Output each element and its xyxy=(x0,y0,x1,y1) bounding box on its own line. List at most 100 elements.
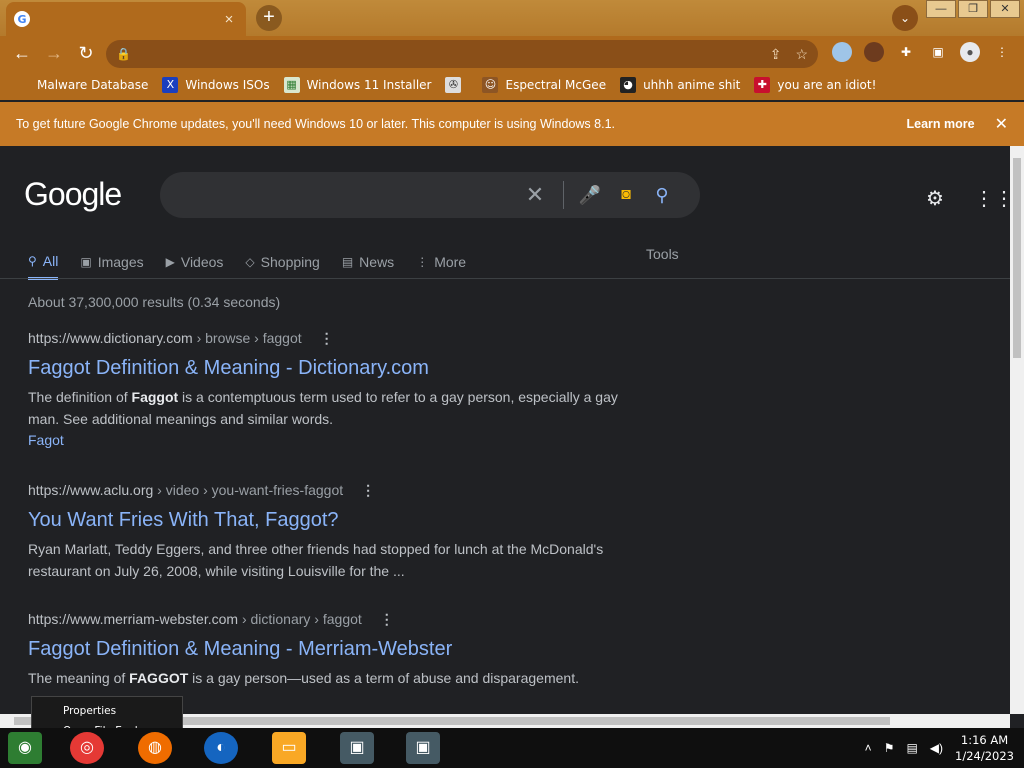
avatar-icon: ☺ xyxy=(482,77,499,93)
result-sublink[interactable]: Fagot xyxy=(28,432,628,448)
star-icon[interactable]: ☆ xyxy=(795,46,808,63)
bookmark-you-are-an-idiot[interactable]: ✚ you are an idiot! xyxy=(754,77,876,93)
side-panel-icon[interactable]: ▣ xyxy=(928,42,948,62)
reload-button[interactable]: ↻ xyxy=(70,43,102,64)
profile-flag-icon[interactable] xyxy=(832,42,852,62)
menu-item-properties[interactable]: Properties xyxy=(32,701,182,721)
info-bar-message: To get future Google Chrome updates, you… xyxy=(16,117,615,131)
search-tabs: ⚲ All ▣ Images ▶ Videos ◇ Shopping ▤ New… xyxy=(28,244,1008,280)
bookmark-windows-11-installer[interactable]: ▦ Windows 11 Installer xyxy=(283,77,431,93)
profile-avatar-icon[interactable]: ● xyxy=(960,42,980,62)
file-explorer-taskbar-icon[interactable]: ▭ xyxy=(272,732,306,764)
bookmark-malware-database[interactable]: Malware Database xyxy=(14,77,148,93)
play-icon: ▶ xyxy=(165,255,175,269)
clock[interactable]: 1:16 AM 1/24/2023 xyxy=(955,732,1014,764)
bookmark-4[interactable]: ✇ xyxy=(445,77,468,93)
tools-button[interactable]: Tools xyxy=(646,246,679,262)
apps-grid-icon[interactable]: ⋮⋮ xyxy=(974,186,1010,211)
search-result: https://www.dictionary.com › browse › fa… xyxy=(28,330,628,448)
result-menu-icon[interactable]: ⋮ xyxy=(361,482,375,498)
tab-news[interactable]: ▤ News xyxy=(342,244,394,280)
microphone-icon[interactable]: 🎤 xyxy=(572,185,608,206)
taskbar: ◉ ◎ ◍ ◐ ▭ ▣ ▣ ˄ ⚑ ▤ ◀) 1:16 AM 1/24/2023 xyxy=(0,728,1024,768)
result-title[interactable]: You Want Fries With That, Faggot? xyxy=(28,509,628,532)
extensions-puzzle-icon[interactable]: ✚ xyxy=(896,42,916,62)
result-url[interactable]: https://www.dictionary.com › browse › fa… xyxy=(28,330,628,347)
bookmark-label: Espectral McGee xyxy=(505,78,607,92)
snippet-text: Ryan Marlatt, Teddy Eggers, and three ot… xyxy=(28,541,604,579)
firefox-taskbar-icon[interactable]: ◍ xyxy=(138,732,172,764)
address-bar[interactable]: 🔒 ⇪ ☆ xyxy=(106,40,818,68)
vertical-scrollbar[interactable] xyxy=(1010,146,1024,714)
settings-gear-icon[interactable]: ⚙ xyxy=(926,186,944,211)
active-tab[interactable]: G × xyxy=(6,2,246,36)
network-icon[interactable]: ▤ xyxy=(906,741,917,755)
volume-icon[interactable]: ◀) xyxy=(930,741,943,755)
info-bar-close-button[interactable]: ✕ xyxy=(995,114,1008,134)
network-app-icon[interactable]: ▣ xyxy=(340,732,374,764)
bookmark-icon xyxy=(14,77,30,93)
tab-label: More xyxy=(434,254,467,270)
flag-icon: ✚ xyxy=(754,77,771,93)
result-url[interactable]: https://www.aclu.org › video › you-want-… xyxy=(28,482,628,499)
tab-more[interactable]: ⋮ More xyxy=(416,244,466,280)
tab-images[interactable]: ▣ Images xyxy=(80,244,143,280)
clear-icon[interactable]: ✕ xyxy=(515,182,555,208)
tab-shopping[interactable]: ◇ Shopping xyxy=(245,244,319,280)
new-tab-button[interactable]: + xyxy=(256,5,282,31)
search-results-page: Google ✕ 🎤 ◙ ⚲ ⚙ ⋮⋮ ⚲ All ▣ Images ▶ Vid… xyxy=(0,146,1010,714)
result-title[interactable]: Faggot Definition & Meaning - Dictionary… xyxy=(28,357,628,380)
result-host: https://www.aclu.org xyxy=(28,482,154,498)
chrome-menu-icon[interactable]: ⋮ xyxy=(992,42,1012,62)
search-box[interactable]: ✕ 🎤 ◙ ⚲ xyxy=(160,172,700,218)
tray-expand-icon[interactable]: ˄ xyxy=(865,741,872,755)
share-icon[interactable]: ⇪ xyxy=(770,46,782,63)
network-app-icon[interactable]: ▣ xyxy=(406,732,440,764)
action-center-flag-icon[interactable]: ⚑ xyxy=(884,741,895,755)
maximize-button[interactable]: ❐ xyxy=(958,0,988,18)
search-icon[interactable]: ⚲ xyxy=(644,185,680,206)
forward-button[interactable]: → xyxy=(38,43,70,64)
result-menu-icon[interactable]: ⋮ xyxy=(380,611,394,627)
bookmark-espectral-mcgee[interactable]: ☺ Espectral McGee xyxy=(482,77,606,93)
bookmark-windows-isos[interactable]: X Windows ISOs xyxy=(162,77,270,93)
tab-label: Videos xyxy=(180,254,224,270)
camera-lens-icon[interactable]: ◙ xyxy=(608,186,644,204)
tab-videos[interactable]: ▶ Videos xyxy=(166,244,224,280)
snippet-bold: FAGGOT xyxy=(129,670,189,686)
snippet-bold: Faggot xyxy=(131,389,179,405)
result-menu-icon[interactable]: ⋮ xyxy=(320,330,334,346)
snippet-text: The definition of xyxy=(28,389,132,405)
back-button[interactable]: ← xyxy=(6,43,38,64)
clock-time: 1:16 AM xyxy=(960,733,1009,747)
chrome-taskbar-icon[interactable]: ◎ xyxy=(70,732,104,764)
bookmark-anime[interactable]: ◕ uhhh anime shit xyxy=(620,77,740,93)
lock-icon[interactable]: 🔒 xyxy=(116,47,131,61)
kebab-icon: ⋮ xyxy=(416,255,429,269)
learn-more-link[interactable]: Learn more xyxy=(907,117,975,131)
image-icon: ▦ xyxy=(283,77,300,93)
start-button-icon[interactable]: ◉ xyxy=(8,732,42,764)
result-stats: About 37,300,000 results (0.34 seconds) xyxy=(28,294,281,310)
minimize-button[interactable]: — xyxy=(926,0,956,18)
film-icon: ✇ xyxy=(445,77,462,93)
bookmark-label: you are an idiot! xyxy=(777,78,877,92)
result-path: › video › you-want-fries-faggot xyxy=(153,482,344,498)
tab-all[interactable]: ⚲ All xyxy=(28,244,59,280)
tab-search-button[interactable]: ⌄ xyxy=(892,5,918,31)
search-divider xyxy=(563,181,564,209)
google-logo[interactable]: Google xyxy=(24,176,122,213)
tabs-divider xyxy=(0,278,1010,279)
scrollbar-thumb[interactable] xyxy=(1013,158,1021,358)
browser-window: G × + ⌄ — ❐ ✕ ← → ↻ 🔒 ⇪ ☆ ✚ ▣ ● ⋮ Malwar… xyxy=(0,0,1024,768)
search-result: https://www.merriam-webster.com › dictio… xyxy=(28,611,628,689)
result-url[interactable]: https://www.merriam-webster.com › dictio… xyxy=(28,611,628,628)
tab-close-button[interactable]: × xyxy=(220,11,238,28)
extension-avatar-icon[interactable] xyxy=(864,42,884,62)
result-title[interactable]: Faggot Definition & Meaning - Merriam-We… xyxy=(28,638,628,661)
campaign-logo-icon[interactable]: ◐ xyxy=(204,732,238,764)
result-host: https://www.merriam-webster.com xyxy=(28,611,239,627)
close-window-button[interactable]: ✕ xyxy=(990,0,1020,18)
bookmarks-bar: Malware Database X Windows ISOs ▦ Window… xyxy=(0,70,1024,100)
bookmark-label: uhhh anime shit xyxy=(643,78,741,92)
